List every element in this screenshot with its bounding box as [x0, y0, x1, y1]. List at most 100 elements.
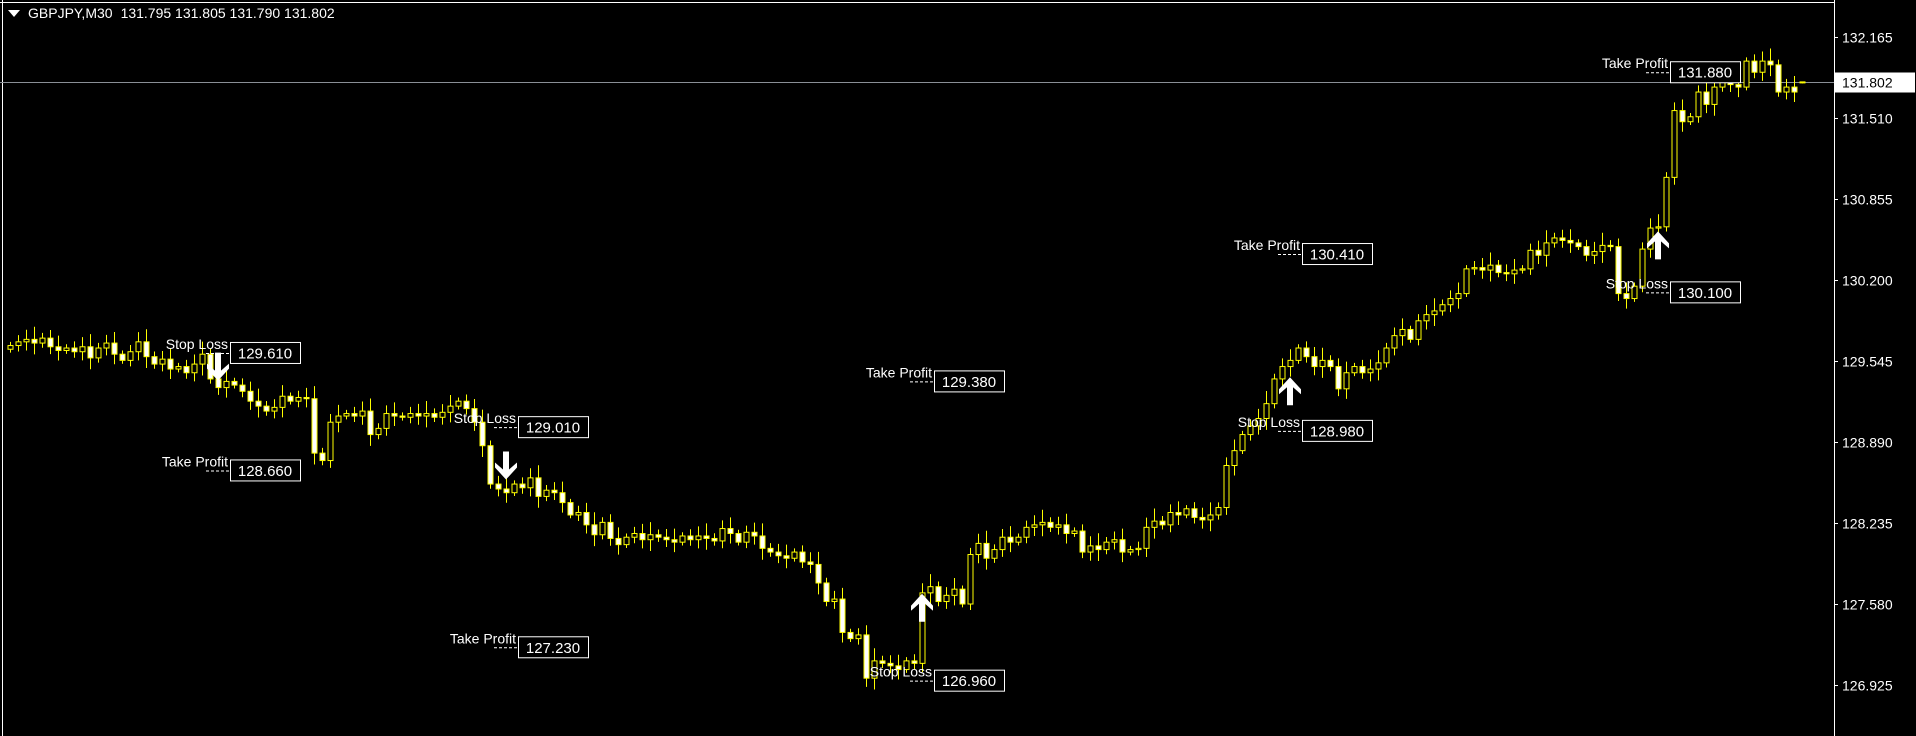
plot-background: [0, 0, 1916, 736]
bull-candle-body: [1071, 530, 1078, 535]
bull-candle-body: [127, 351, 134, 361]
bear-candle-body: [1583, 246, 1590, 256]
bull-candle-body: [1455, 293, 1462, 300]
bull-candle-body: [1135, 547, 1142, 551]
bull-candle-body: [1447, 298, 1454, 306]
y-tick-label: 130.200: [1842, 273, 1893, 289]
bull-candle-body: [1783, 86, 1790, 93]
bear-candle-body: [1607, 244, 1614, 248]
candle: [1743, 57, 1750, 91]
bear-candle-body: [231, 380, 238, 386]
bear-candle-body: [551, 489, 558, 494]
bull-candle-body: [1319, 359, 1326, 368]
bear-candle-body: [823, 582, 830, 603]
level-value: 131.880: [1678, 65, 1732, 82]
bear-candle-body: [1095, 545, 1102, 551]
bull-candle-body: [39, 337, 46, 344]
bear-candle-body: [1079, 530, 1086, 553]
bull-candle-body: [631, 533, 638, 538]
bear-candle-body: [1175, 511, 1182, 516]
y-tick-label: 127.580: [1842, 597, 1893, 613]
bull-candle-body: [223, 380, 230, 389]
bull-candle-body: [1127, 549, 1134, 553]
bull-candle-body: [1039, 521, 1046, 526]
bull-candle-body: [1223, 464, 1230, 509]
bull-candle-body: [159, 358, 166, 365]
bear-candle-body: [87, 346, 94, 359]
bear-candle-body: [1311, 356, 1318, 368]
bear-candle-body: [503, 488, 510, 494]
bear-candle-body: [935, 586, 942, 603]
bull-candle-body: [1143, 526, 1150, 549]
bear-candle-body: [583, 511, 590, 526]
bear-candle-body: [431, 413, 438, 418]
level-name: Take Profit: [1234, 237, 1300, 253]
bull-candle-body: [1343, 372, 1350, 390]
bull-candle-body: [1695, 91, 1702, 118]
candlestick-chart[interactable]: Stop Loss 129.610 Take Profit 128.660 Stop L…: [0, 0, 1916, 736]
bear-candle-body: [303, 396, 310, 400]
candle: [1615, 238, 1622, 301]
bull-candle-body: [423, 413, 430, 417]
bull-candle-body: [1711, 86, 1718, 105]
candle: [863, 625, 870, 687]
bull-candle-body: [1591, 251, 1598, 256]
bear-candle-body: [1703, 91, 1710, 105]
level-name: Stop Loss: [1606, 275, 1668, 291]
dropdown-triangle-icon[interactable]: [8, 9, 20, 17]
bull-candle-body: [1239, 434, 1246, 452]
bull-candle-body: [951, 588, 958, 596]
bear-candle-body: [591, 524, 598, 536]
bear-candle-body: [1191, 508, 1198, 518]
candle: [1463, 265, 1470, 297]
current-price-label: 131.802: [1842, 75, 1893, 91]
bear-candle-body: [1535, 249, 1542, 256]
bull-candle-body: [279, 395, 286, 408]
bull-candle-body: [1031, 524, 1038, 528]
bear-candle-body: [247, 390, 254, 402]
bear-candle-body: [1007, 536, 1014, 543]
level-name: Stop Loss: [1238, 414, 1300, 430]
bull-candle-body: [1023, 526, 1030, 538]
bull-candle-body: [1399, 328, 1406, 337]
candle: [1223, 457, 1230, 515]
bear-candle-body: [311, 398, 318, 454]
bear-candle-body: [143, 341, 150, 358]
bear-candle-body: [1567, 239, 1574, 244]
bear-candle-body: [1559, 237, 1566, 241]
bear-candle-body: [807, 561, 814, 565]
bear-candle-body: [119, 353, 126, 361]
bear-candle-body: [255, 400, 262, 407]
bear-candle-body: [1679, 110, 1686, 123]
bear-candle-body: [663, 536, 670, 541]
bull-candle-body: [335, 415, 342, 423]
symbol-timeframe: GBPJPY,M30: [28, 5, 113, 21]
bull-candle-body: [447, 405, 454, 413]
bear-candle-body: [463, 400, 470, 410]
bull-candle-body: [407, 413, 414, 418]
bear-candle-body: [319, 452, 326, 462]
bull-candle-body: [1543, 242, 1550, 256]
bear-candle-body: [263, 405, 270, 412]
level-value: 129.610: [238, 345, 292, 362]
level-value: 128.660: [238, 463, 292, 480]
bull-candle-body: [575, 511, 582, 516]
candle: [487, 440, 494, 489]
bear-candle-body: [751, 531, 758, 537]
bull-candle-body: [1431, 310, 1438, 316]
bull-candle-body: [1487, 264, 1494, 271]
bear-candle-body: [399, 415, 406, 418]
candle: [327, 414, 334, 468]
bear-candle-body: [1119, 539, 1126, 553]
bear-candle-body: [495, 483, 502, 490]
bear-candle-body: [1303, 347, 1310, 358]
level-value: 126.960: [942, 673, 996, 690]
bear-candle-body: [863, 634, 870, 679]
bull-candle-body: [855, 634, 862, 640]
bear-candle-body: [487, 445, 494, 485]
level-value: 129.010: [526, 420, 580, 437]
bear-candle-body: [111, 342, 118, 355]
bear-candle-body: [71, 347, 78, 353]
bull-candle-body: [103, 342, 110, 349]
level-name: Stop Loss: [454, 410, 516, 426]
